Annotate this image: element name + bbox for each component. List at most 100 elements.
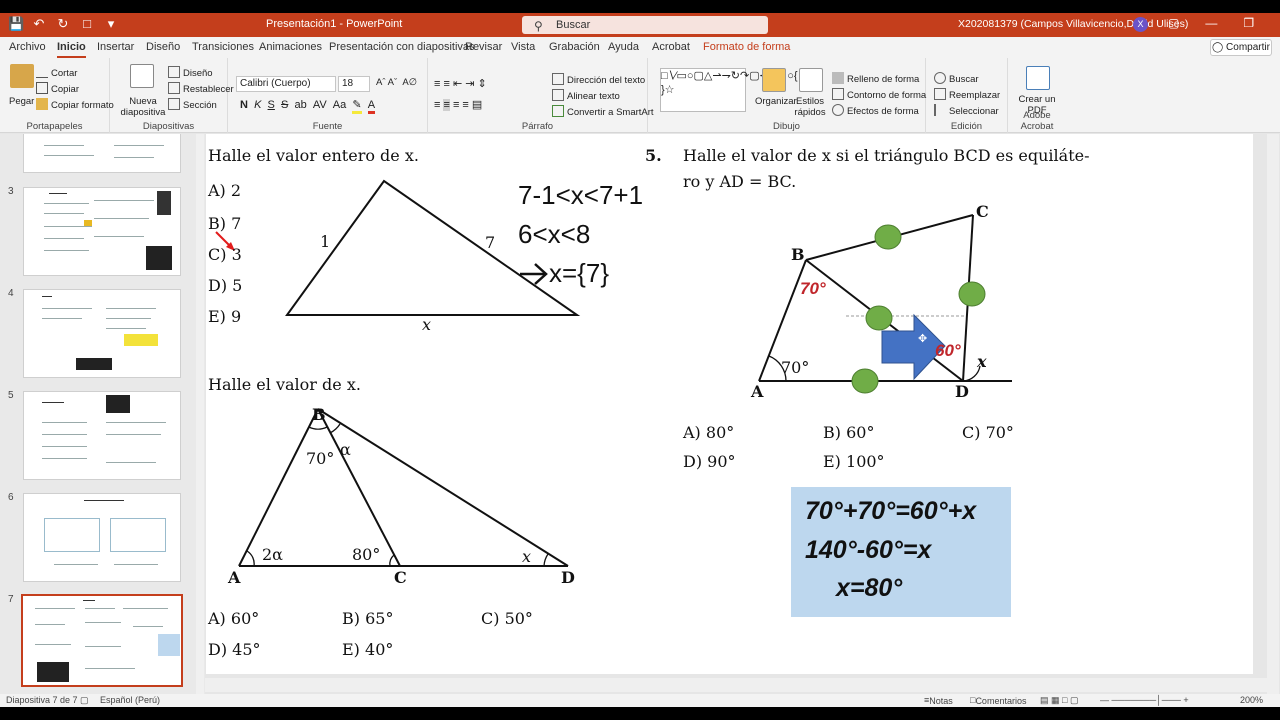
minimize-icon[interactable]: — [1205,16,1217,30]
q5-angle-d-red[interactable]: 60° [935,341,961,361]
equal-side-marker[interactable] [851,368,879,394]
equal-side-marker[interactable] [865,305,893,331]
search-icon: ⚲ [534,19,543,33]
equal-side-marker[interactable] [874,224,902,250]
reset-button[interactable]: Restablecer [168,82,234,95]
tab-ayuda[interactable]: Ayuda [608,41,639,53]
powerpoint-window: 💾 ↶ ↻ □ ▾ Presentación1 - PowerPoint ⚲ B… [0,13,1280,707]
replace-icon [934,88,946,100]
share-button[interactable]: ◯ Compartir [1210,39,1272,56]
accessibility-icon[interactable]: ▢ [80,695,89,706]
slide-thumbnail-6[interactable] [23,493,181,582]
quick-styles-button[interactable]: Estilos rápidos [792,96,828,118]
arrange-button[interactable]: Organizar [755,96,797,107]
font-grow-shrink-icons[interactable]: Aˆ Aˇ A∅ [376,77,417,88]
paste-button[interactable]: Pegar [9,96,34,107]
start-slideshow-icon[interactable]: □ [80,16,94,32]
quick-styles-icon[interactable] [799,68,823,92]
create-pdf-icon[interactable] [1026,66,1050,90]
font-format-buttons[interactable]: N K S S ab AV Aa ✎ A [240,98,376,114]
equal-side-marker[interactable] [958,281,986,307]
maximize-icon[interactable]: ❐ [1243,16,1254,30]
zoom-slider[interactable]: — ───────│─── + [1100,695,1189,705]
format-painter-button[interactable]: Copiar formato [36,98,114,111]
font-name-combo[interactable]: Calibri (Cuerpo) [236,76,336,92]
tab-revisar[interactable]: Revisar [465,41,502,53]
align-text-label: Alinear texto [567,91,620,102]
zoom-level[interactable]: 200% [1240,695,1263,705]
q1-work-line-2[interactable]: 6<x<8 [518,219,590,250]
document-title: Presentación1 - PowerPoint [266,18,403,30]
tab-presentacion[interactable]: Presentación con diapositivas [329,41,475,53]
search-box[interactable]: ⚲ Buscar [522,16,768,34]
notes-button[interactable]: ≡ Notas [924,695,953,706]
slide-thumbnail-3[interactable] [23,187,181,276]
reset-label: Restablecer [183,84,234,95]
text-direction-button[interactable]: Dirección del texto [552,73,645,86]
tab-vista[interactable]: Vista [511,41,535,53]
slide-thumbnail-5[interactable] [23,391,181,480]
slide-thumbnail-4[interactable] [23,289,181,378]
replace-button[interactable]: Reemplazar [934,88,1000,101]
ribbon-display-icon[interactable]: ▢ [1168,16,1179,30]
comments-button[interactable]: □ Comentarios [970,695,1026,706]
view-buttons[interactable]: ▤ ▦ □ ▢ [1040,695,1078,706]
redo-icon[interactable]: ↻ [56,16,70,32]
shape-outline-button[interactable]: Contorno de forma [832,88,926,101]
solution-line-2: 140°-60°=x [805,536,932,564]
q1-work-line-1[interactable]: 7-1<x<7+1 [518,180,643,211]
tab-transiciones[interactable]: Transiciones [192,41,254,53]
group-paragraph: ≡ ≡ ⇤ ⇥ ⇕ ≡ ≡ ≡ ≡ ▤ Dirección del texto … [428,58,654,133]
tab-inicio[interactable]: Inicio [57,41,86,58]
smartart-button[interactable]: Convertir a SmartArt [552,105,654,118]
triangle-q2[interactable] [238,408,569,567]
cut-button[interactable]: Cortar [36,66,77,79]
font-size-combo[interactable]: 18 [338,76,370,92]
tab-formato-de-forma[interactable]: Formato de forma [703,41,790,53]
tab-diseno[interactable]: Diseño [146,41,180,53]
tab-archivo[interactable]: Archivo [9,41,46,53]
solution-box[interactable]: 70°+70°=60°+x 140°-60°=x x=80° [791,487,1011,617]
slide-vertical-scrollbar[interactable] [1267,134,1279,694]
paste-icon[interactable] [10,64,34,88]
thumbnails-scrollbar[interactable] [196,134,204,694]
q5-angle-b-red[interactable]: 70° [800,279,826,299]
shapes-gallery[interactable]: □∖∕▭○▢△⇀⇁↻↷▢➜⇒⇓○{ }☆ [660,68,798,112]
q1-work-line-3[interactable]: x={7} [549,258,609,289]
shape-fill-button[interactable]: Relleno de forma [832,72,919,85]
new-slide-icon[interactable] [130,64,154,88]
find-button[interactable]: Buscar [934,72,979,85]
slide-canvas[interactable]: ✥ Halle el valor entero de x. A) 2 B) 7 … [206,134,1253,674]
layout-button[interactable]: Diseño [168,66,213,79]
slide-thumbnail-7[interactable] [21,594,183,687]
q5-angle-a: 70° [781,358,810,377]
q2-option-e: E) 40° [342,640,394,659]
slide-thumbnail-2[interactable] [23,134,181,173]
align-text-button[interactable]: Alinear texto [552,89,620,102]
slide-horizontal-scrollbar[interactable] [205,678,1267,692]
copy-button[interactable]: Copiar [36,82,79,95]
tab-insertar[interactable]: Insertar [97,41,134,53]
tab-grabacion[interactable]: Grabación [549,41,600,53]
language-indicator[interactable]: Español (Perú) [100,695,160,705]
arrange-icon[interactable] [762,68,786,92]
save-icon[interactable]: 💾 [8,16,24,32]
align-buttons[interactable]: ≡ ≡ ≡ ≡ ▤ [434,98,482,111]
undo-icon[interactable]: ↶ [32,16,46,32]
tab-animaciones[interactable]: Animaciones [259,41,322,53]
avatar[interactable]: X [1133,17,1148,32]
new-slide-button[interactable]: Nueva diapositiva [118,96,168,118]
list-buttons[interactable]: ≡ ≡ ⇤ ⇥ ⇕ [434,77,487,90]
tab-acrobat[interactable]: Acrobat [652,41,690,53]
section-button[interactable]: Sección [168,98,217,111]
solution-line-3: x=80° [836,574,903,602]
q5-label-a: A [751,382,764,401]
effects-icon [832,104,844,116]
shape-effects-button[interactable]: Efectos de forma [832,104,919,117]
customize-qat-icon[interactable]: ▾ [104,16,118,32]
q2-angle-b: 70° [306,449,335,468]
group-drawing: □∖∕▭○▢△⇀⇁↻↷▢➜⇒⇓○{ }☆ Organizar Estilos r… [648,58,926,133]
select-button[interactable]: Seleccionar [934,104,999,117]
user-name[interactable]: X202081379 (Campos Villavicencio,David U… [958,18,1188,30]
format-painter-label: Copiar formato [51,100,114,111]
